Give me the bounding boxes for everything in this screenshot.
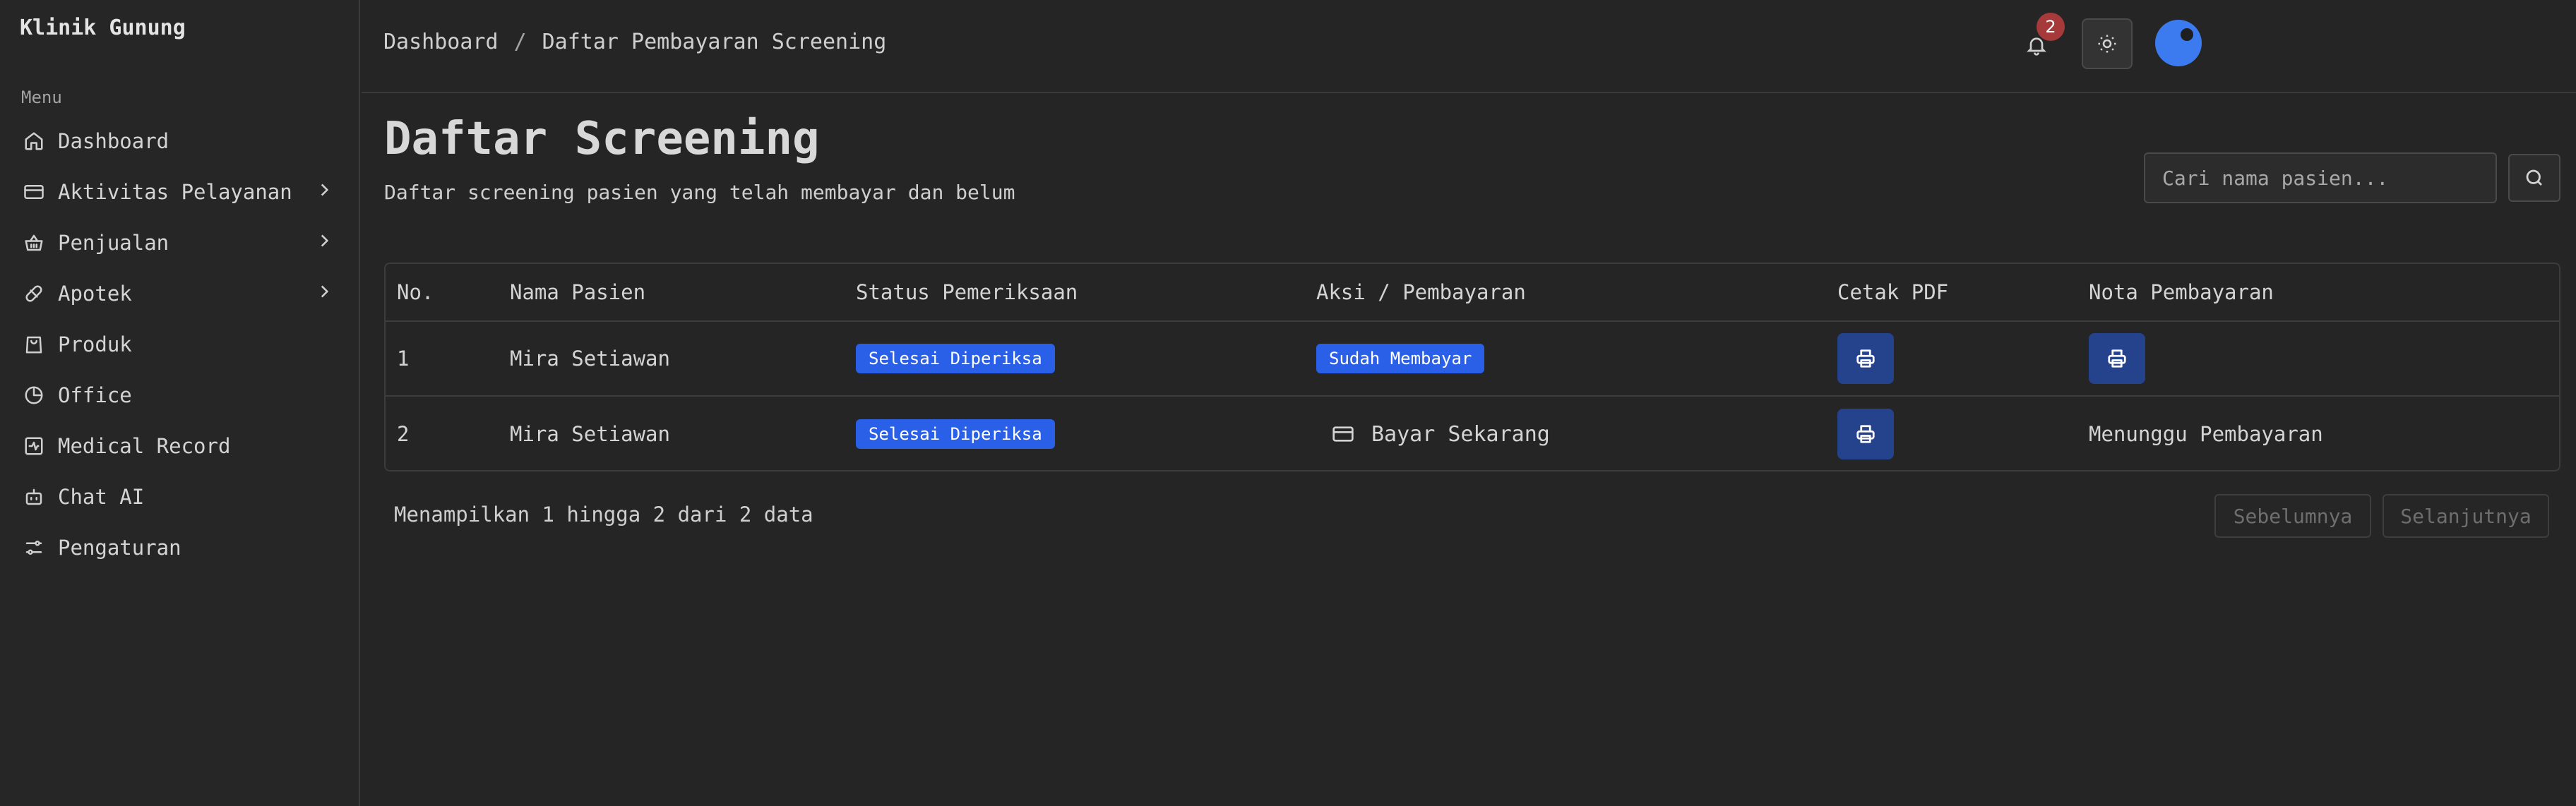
printer-icon xyxy=(1856,349,1875,368)
chevron-right-icon xyxy=(315,231,333,255)
status-badge: Selesai Diperiksa xyxy=(856,419,1055,449)
search-icon xyxy=(2526,169,2542,186)
row-number: 2 xyxy=(397,422,410,446)
receipt-cell xyxy=(2089,322,2145,395)
column-header-print-pdf: Cetak PDF xyxy=(1837,280,1949,304)
receipt-status-text: Menunggu Pembayaran xyxy=(2089,422,2323,446)
search-input[interactable] xyxy=(2144,152,2497,203)
top-bar: Dashboard / Daftar Pembayaran Screening xyxy=(362,0,2576,93)
sidebar-item-label: Produk xyxy=(58,332,132,356)
sidebar-item-label: Aktivitas Pelayanan xyxy=(58,180,292,204)
chevron-right-icon xyxy=(315,282,333,306)
activity-square-icon xyxy=(23,435,45,457)
sidebar-item-label: Pengaturan xyxy=(58,536,181,560)
bot-icon xyxy=(23,486,45,508)
patient-name: Mira Setiawan xyxy=(510,422,670,446)
print-cell xyxy=(1837,322,1894,395)
sidebar-item-dashboard[interactable]: Dashboard xyxy=(0,116,359,167)
table-row: 1 Mira Setiawan Selesai Diperiksa Sudah … xyxy=(386,322,2559,397)
sidebar-item-pengaturan[interactable]: Pengaturan xyxy=(0,522,359,573)
column-header-receipt: Nota Pembayaran xyxy=(2089,280,2274,304)
row-number: 1 xyxy=(397,347,410,371)
sidebar-item-label: Dashboard xyxy=(58,129,169,153)
avatar[interactable] xyxy=(2155,20,2202,66)
sidebar-item-aktivitas-pelayanan[interactable]: Aktivitas Pelayanan xyxy=(0,167,359,217)
breadcrumb: Dashboard / Daftar Pembayaran Screening xyxy=(383,30,886,54)
sun-icon xyxy=(2098,35,2116,53)
sidebar-item-produk[interactable]: Produk xyxy=(0,319,359,370)
status-cell: Selesai Diperiksa xyxy=(856,397,1055,471)
table-row: 2 Mira Setiawan Selesai Diperiksa Bayar … xyxy=(386,397,2559,471)
sidebar-item-medical-record[interactable]: Medical Record xyxy=(0,421,359,471)
sidebar: Klinik Gunung Menu Dashboard Aktivitas P… xyxy=(0,0,360,806)
next-page-button[interactable]: Selanjutnya xyxy=(2383,494,2549,538)
pay-now-label: Bayar Sekarang xyxy=(1371,421,1550,447)
avatar-status-dot xyxy=(2181,28,2193,41)
sidebar-item-label: Chat AI xyxy=(58,485,145,509)
shopping-bag-icon xyxy=(23,333,45,356)
previous-page-button[interactable]: Sebelumnya xyxy=(2214,494,2371,538)
sidebar-nav: Dashboard Aktivitas Pelayanan Penjualan … xyxy=(0,116,359,573)
breadcrumb-item-dashboard[interactable]: Dashboard xyxy=(383,30,499,54)
printer-icon xyxy=(1856,425,1875,443)
credit-card-icon xyxy=(23,181,45,203)
breadcrumb-item-current: Daftar Pembayaran Screening xyxy=(542,30,887,54)
action-cell: Sudah Membayar xyxy=(1316,322,1485,395)
column-header-action: Aksi / Pembayaran xyxy=(1316,280,1526,304)
pay-now-button[interactable]: Bayar Sekarang xyxy=(1316,422,1550,447)
theme-toggle-button[interactable] xyxy=(2082,18,2133,69)
paid-badge: Sudah Membayar xyxy=(1316,344,1485,373)
patient-name: Mira Setiawan xyxy=(510,347,670,371)
pill-icon xyxy=(23,282,45,305)
sidebar-item-office[interactable]: Office xyxy=(0,370,359,421)
column-header-no: No. xyxy=(397,280,434,304)
notification-badge: 2 xyxy=(2037,13,2065,41)
sliders-icon xyxy=(23,536,45,559)
status-badge: Selesai Diperiksa xyxy=(856,344,1055,373)
basket-icon xyxy=(23,231,45,254)
print-pdf-button[interactable] xyxy=(1837,409,1894,459)
sidebar-item-label: Medical Record xyxy=(58,434,231,458)
column-header-status: Status Pemeriksaan xyxy=(856,280,1078,304)
sidebar-item-label: Apotek xyxy=(58,282,132,306)
status-cell: Selesai Diperiksa xyxy=(856,322,1055,395)
action-cell: Bayar Sekarang xyxy=(1316,397,1550,471)
page-subtitle: Daftar screening pasien yang telah memba… xyxy=(384,181,1015,204)
printer-icon xyxy=(2108,349,2126,368)
breadcrumb-separator: / xyxy=(513,30,527,54)
pagination-info: Menampilkan 1 hingga 2 dari 2 data xyxy=(394,503,813,527)
table-header: No. Nama Pasien Status Pemeriksaan Aksi … xyxy=(386,264,2559,322)
chevron-right-icon xyxy=(315,180,333,204)
column-header-name: Nama Pasien xyxy=(510,280,646,304)
print-pdf-button[interactable] xyxy=(1837,333,1894,384)
credit-card-icon xyxy=(1332,426,1354,442)
sidebar-item-label: Penjualan xyxy=(58,231,169,255)
pie-chart-icon xyxy=(23,384,45,407)
print-cell xyxy=(1837,397,1894,471)
sidebar-item-apotek[interactable]: Apotek xyxy=(0,268,359,319)
search-button[interactable] xyxy=(2508,154,2560,202)
sidebar-item-penjualan[interactable]: Penjualan xyxy=(0,217,359,268)
home-icon xyxy=(23,130,45,152)
screening-table: No. Nama Pasien Status Pemeriksaan Aksi … xyxy=(384,263,2560,471)
page-title: Daftar Screening xyxy=(384,113,820,165)
menu-section-label: Menu xyxy=(21,88,62,107)
sidebar-item-label: Office xyxy=(58,383,132,407)
brand-name[interactable]: Klinik Gunung xyxy=(20,16,186,40)
sidebar-item-chat-ai[interactable]: Chat AI xyxy=(0,471,359,522)
print-receipt-button[interactable] xyxy=(2089,333,2145,384)
